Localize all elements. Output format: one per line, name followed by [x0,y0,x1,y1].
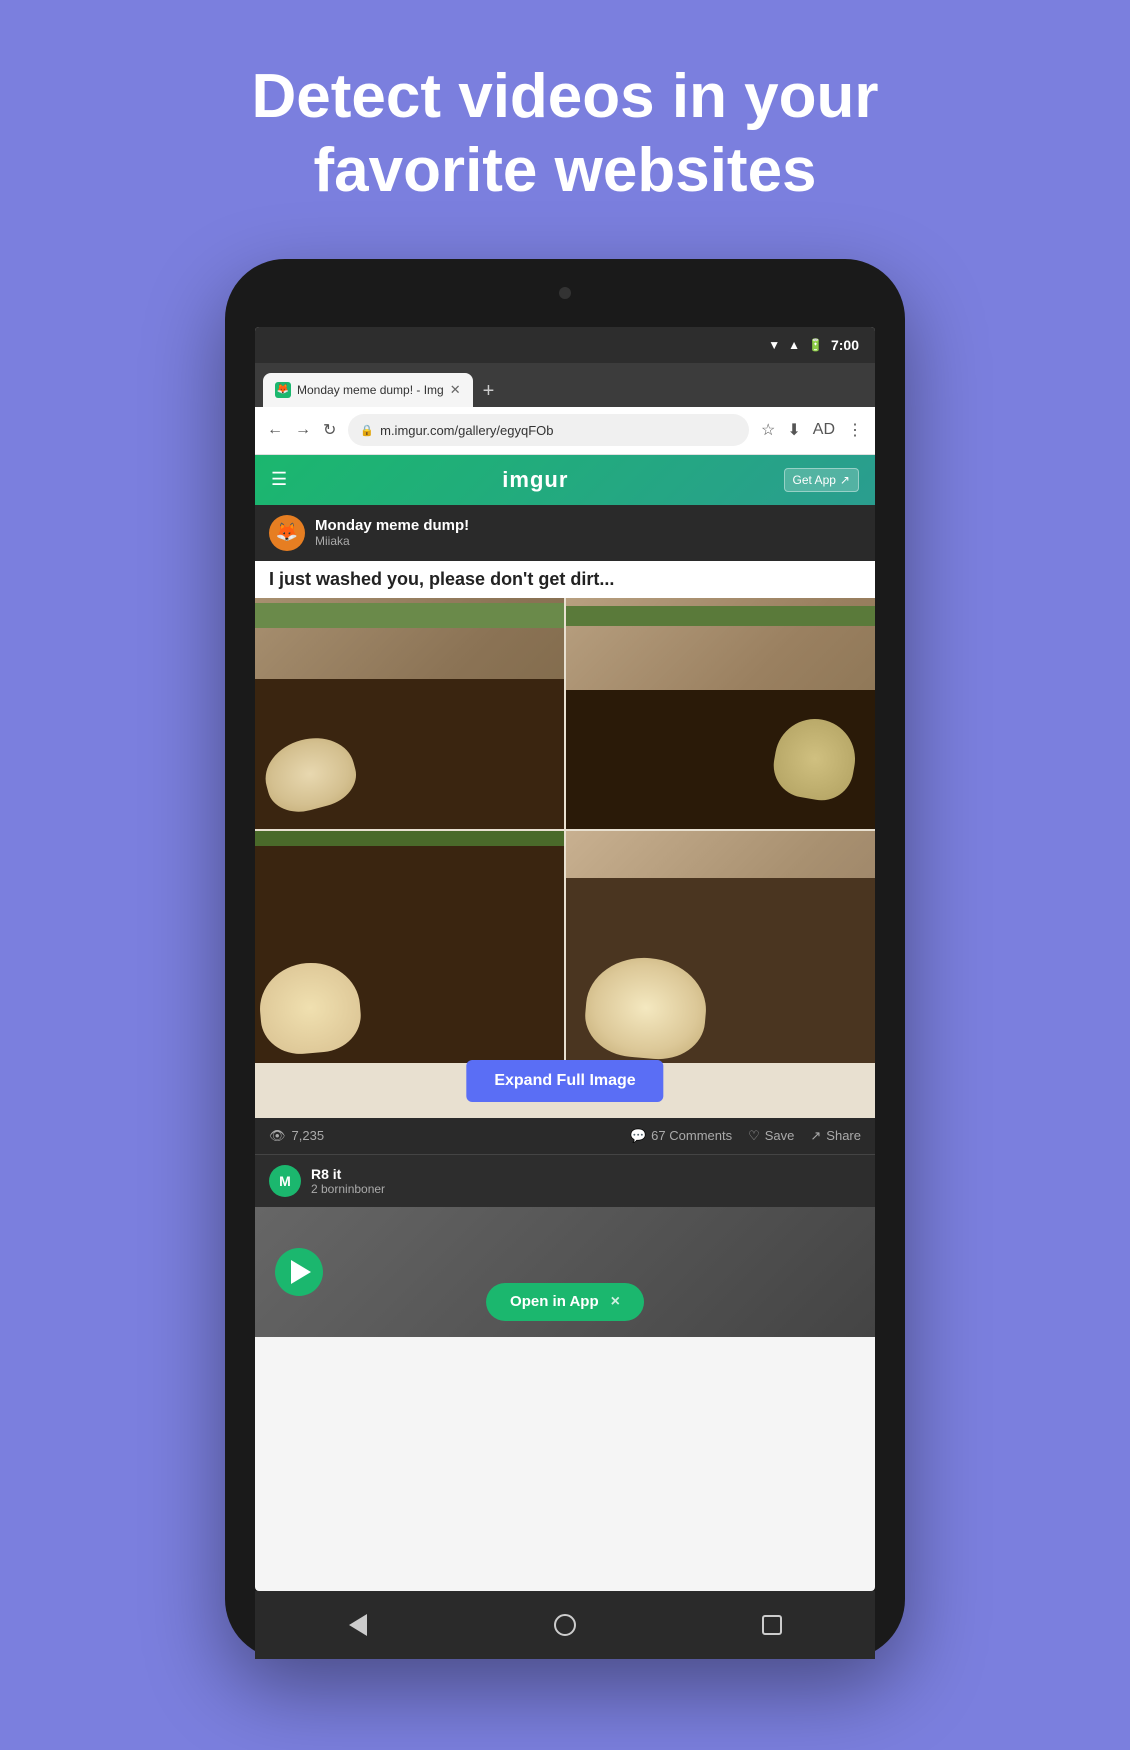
phone-screen: ▼ ▲ 🔋 7:00 🦊 Monday meme dump! - Img ✕ +… [255,327,875,1591]
imgur-logo: imgur [502,467,568,493]
nav-recents-button[interactable] [758,1611,786,1639]
address-bar: ← → ↻ 🔒 m.imgur.com/gallery/egyqFOb ☆ ⬇ … [255,407,875,455]
eye-icon: 👁 [269,1128,286,1144]
expand-full-image-button[interactable]: Expand Full Image [466,1060,663,1102]
reload-button[interactable]: ↻ [323,420,336,440]
status-bar: ▼ ▲ 🔋 7:00 [255,327,875,363]
phone-navigation-bar [255,1591,875,1659]
post-actions: 💬 67 Comments ♡ Save ↗ Share [630,1128,861,1144]
meme-cell-2 [566,598,875,830]
close-open-in-app-icon[interactable]: × [611,1293,620,1311]
battery-icon: 🔋 [808,338,823,352]
open-in-app-button[interactable]: Open in App × [486,1283,644,1321]
back-button[interactable]: ← [267,421,283,439]
ad-icon[interactable]: AD [813,421,835,439]
meme-cell-3 [255,831,564,1063]
hero-title-line2: favorite websites [313,136,816,205]
meme-cell-4 [566,831,875,1063]
post-header: 🦊 Monday meme dump! Miiaka [255,505,875,561]
download-icon[interactable]: ⬇ [787,420,800,440]
nav-home-button[interactable] [551,1611,579,1639]
share-icon: ↗ [810,1128,821,1144]
signal-icon: ▲ [788,338,800,352]
lock-icon: 🔒 [360,424,374,437]
imgur-menu-icon[interactable]: ☰ [271,469,287,490]
meme-grid [255,598,875,1063]
chrome-action-buttons: ☆ ⬇ AD ⋮ [761,420,863,440]
star-icon[interactable]: ☆ [761,420,775,440]
browser-tab-active[interactable]: 🦊 Monday meme dump! - Img ✕ [263,373,473,407]
more-icon[interactable]: ⋮ [847,420,863,440]
share-button[interactable]: ↗ Share [810,1128,861,1144]
hero-title-line1: Detect videos in your [251,62,878,131]
status-time: 7:00 [831,337,859,353]
save-button[interactable]: ♡ Save [748,1128,794,1144]
post-avatar: 🦊 [269,515,305,551]
forward-button[interactable]: → [295,421,311,439]
post-username: Miiaka [315,534,469,548]
post-views: 👁 7,235 [269,1128,324,1144]
phone-body: ▼ ▲ 🔋 7:00 🦊 Monday meme dump! - Img ✕ +… [225,259,905,1659]
nav-back-button[interactable] [344,1611,372,1639]
url-input[interactable]: 🔒 m.imgur.com/gallery/egyqFOb [348,414,749,446]
views-count: 7,235 [292,1128,325,1143]
next-post-user: 2 borninboner [311,1182,385,1196]
home-nav-icon [554,1614,576,1636]
next-post-image: Open in App × [255,1207,875,1337]
get-app-button[interactable]: Get App ↗ [784,468,859,492]
wifi-icon: ▼ [768,338,780,352]
post-footer: 👁 7,235 💬 67 Comments ♡ Save ↗ Share [255,1118,875,1154]
meme-cell-1 [255,598,564,830]
phone-camera [559,287,571,299]
comments-button[interactable]: 💬 67 Comments [630,1128,732,1144]
next-post-title: R8 it [311,1166,385,1182]
next-post-avatar: M [269,1165,301,1197]
tab-title: Monday meme dump! - Img [297,383,444,397]
browser-tabs: 🦊 Monday meme dump! - Img ✕ + [255,363,875,407]
hero-title: Detect videos in your favorite websites [171,60,958,209]
recents-nav-icon [762,1615,782,1635]
imgur-header: ☰ imgur Get App ↗ [255,455,875,505]
comment-icon: 💬 [630,1128,646,1144]
next-post-info: R8 it 2 borninboner [311,1166,385,1196]
play-icon [291,1260,311,1284]
tab-close-button[interactable]: ✕ [450,382,461,398]
url-text: m.imgur.com/gallery/egyqFOb [380,423,553,438]
next-post-header: M R8 it 2 borninboner [255,1154,875,1207]
post-image: Expand Full Image [255,598,875,1118]
play-button[interactable] [275,1248,323,1296]
post-caption: I just washed you, please don't get dirt… [255,561,875,598]
app-icon: ↗ [840,473,850,487]
tab-favicon: 🦊 [275,382,291,398]
heart-icon: ♡ [748,1128,760,1144]
phone-mockup: ▼ ▲ 🔋 7:00 🦊 Monday meme dump! - Img ✕ +… [225,259,905,1659]
new-tab-button[interactable]: + [473,380,505,403]
back-nav-icon [349,1614,367,1636]
post-title: Monday meme dump! [315,517,469,534]
post-info: Monday meme dump! Miiaka [315,517,469,548]
